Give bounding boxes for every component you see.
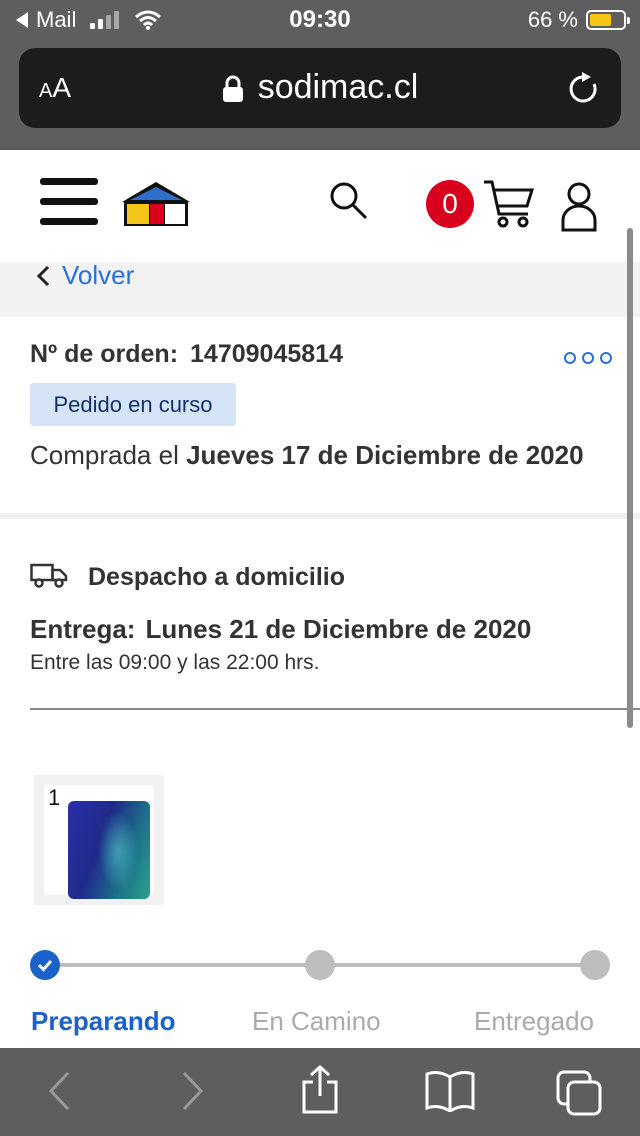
user-account-icon[interactable] bbox=[560, 180, 598, 232]
purchase-date: Comprada el Jueves 17 de Diciembre de 20… bbox=[30, 440, 584, 471]
more-options-icon[interactable] bbox=[564, 352, 612, 364]
section-divider bbox=[0, 513, 640, 519]
order-number-value: 14709045814 bbox=[190, 340, 343, 368]
step-label-preparando: Preparando bbox=[31, 1006, 176, 1036]
tabs-icon[interactable] bbox=[556, 1070, 604, 1116]
order-number-label: Nº de orden: bbox=[30, 340, 179, 368]
site-header: 0 bbox=[0, 150, 640, 262]
order-number: Nº de orden: 14709045814 bbox=[30, 340, 343, 369]
back-strip: Volver bbox=[0, 260, 640, 317]
step-label-en-camino: En Camino bbox=[252, 1006, 381, 1036]
step-label-entregado: Entregado bbox=[474, 1006, 594, 1036]
browser-toolbar bbox=[0, 1048, 640, 1136]
delivery-truck-icon bbox=[30, 563, 68, 588]
back-link-label: Volver bbox=[62, 260, 135, 290]
back-arrow-icon[interactable] bbox=[46, 1070, 72, 1112]
step-dot-entregado bbox=[580, 950, 610, 980]
bookmarks-icon[interactable] bbox=[424, 1070, 476, 1112]
address-bar[interactable]: AA sodimac.cl bbox=[19, 48, 621, 128]
battery-indicator: 66 % bbox=[527, 7, 630, 33]
cart-count-badge[interactable]: 0 bbox=[426, 180, 474, 228]
delivery-date-value: Lunes 21 de Diciembre de 2020 bbox=[145, 614, 532, 644]
product-thumbnail[interactable]: 1 bbox=[34, 775, 164, 905]
delivery-date-label: Entrega: bbox=[30, 614, 136, 644]
delivery-time-window: Entre las 09:00 y las 22:00 hrs. bbox=[30, 651, 320, 674]
back-link[interactable]: Volver bbox=[36, 260, 134, 291]
delivery-divider bbox=[30, 708, 640, 710]
browser-chrome: AA sodimac.cl bbox=[0, 40, 640, 150]
chevron-left-icon bbox=[36, 265, 50, 286]
battery-percent: 66 % bbox=[527, 7, 578, 32]
page-scrollbar[interactable] bbox=[627, 228, 633, 728]
cart-icon[interactable] bbox=[482, 178, 536, 230]
menu-icon[interactable] bbox=[40, 178, 100, 228]
product-image-frame bbox=[44, 785, 154, 899]
host-text: sodimac.cl bbox=[257, 68, 419, 106]
product-image-phone bbox=[68, 801, 150, 899]
forward-arrow-icon[interactable] bbox=[180, 1070, 206, 1112]
share-icon[interactable] bbox=[300, 1064, 340, 1116]
purchase-date-prefix: Comprada el bbox=[30, 440, 179, 470]
reload-icon[interactable] bbox=[567, 70, 601, 106]
lock-icon bbox=[222, 75, 243, 103]
sodimac-logo[interactable] bbox=[120, 180, 192, 228]
order-status-badge: Pedido en curso bbox=[30, 383, 236, 426]
step-dot-en-camino bbox=[305, 950, 335, 980]
battery-icon bbox=[586, 10, 630, 30]
ios-status-bar: Mail 09:30 66 % bbox=[0, 0, 640, 40]
purchase-date-value: Jueves 17 de Diciembre de 2020 bbox=[186, 440, 584, 470]
delivery-method: Despacho a domicilio bbox=[88, 563, 346, 591]
search-icon[interactable] bbox=[328, 180, 370, 222]
address-host[interactable]: sodimac.cl bbox=[19, 68, 621, 107]
delivery-date: Entrega: Lunes 21 de Diciembre de 2020 bbox=[30, 614, 531, 645]
check-icon bbox=[37, 960, 53, 972]
product-quantity: 1 bbox=[48, 785, 61, 810]
step-dot-preparando bbox=[30, 950, 60, 980]
